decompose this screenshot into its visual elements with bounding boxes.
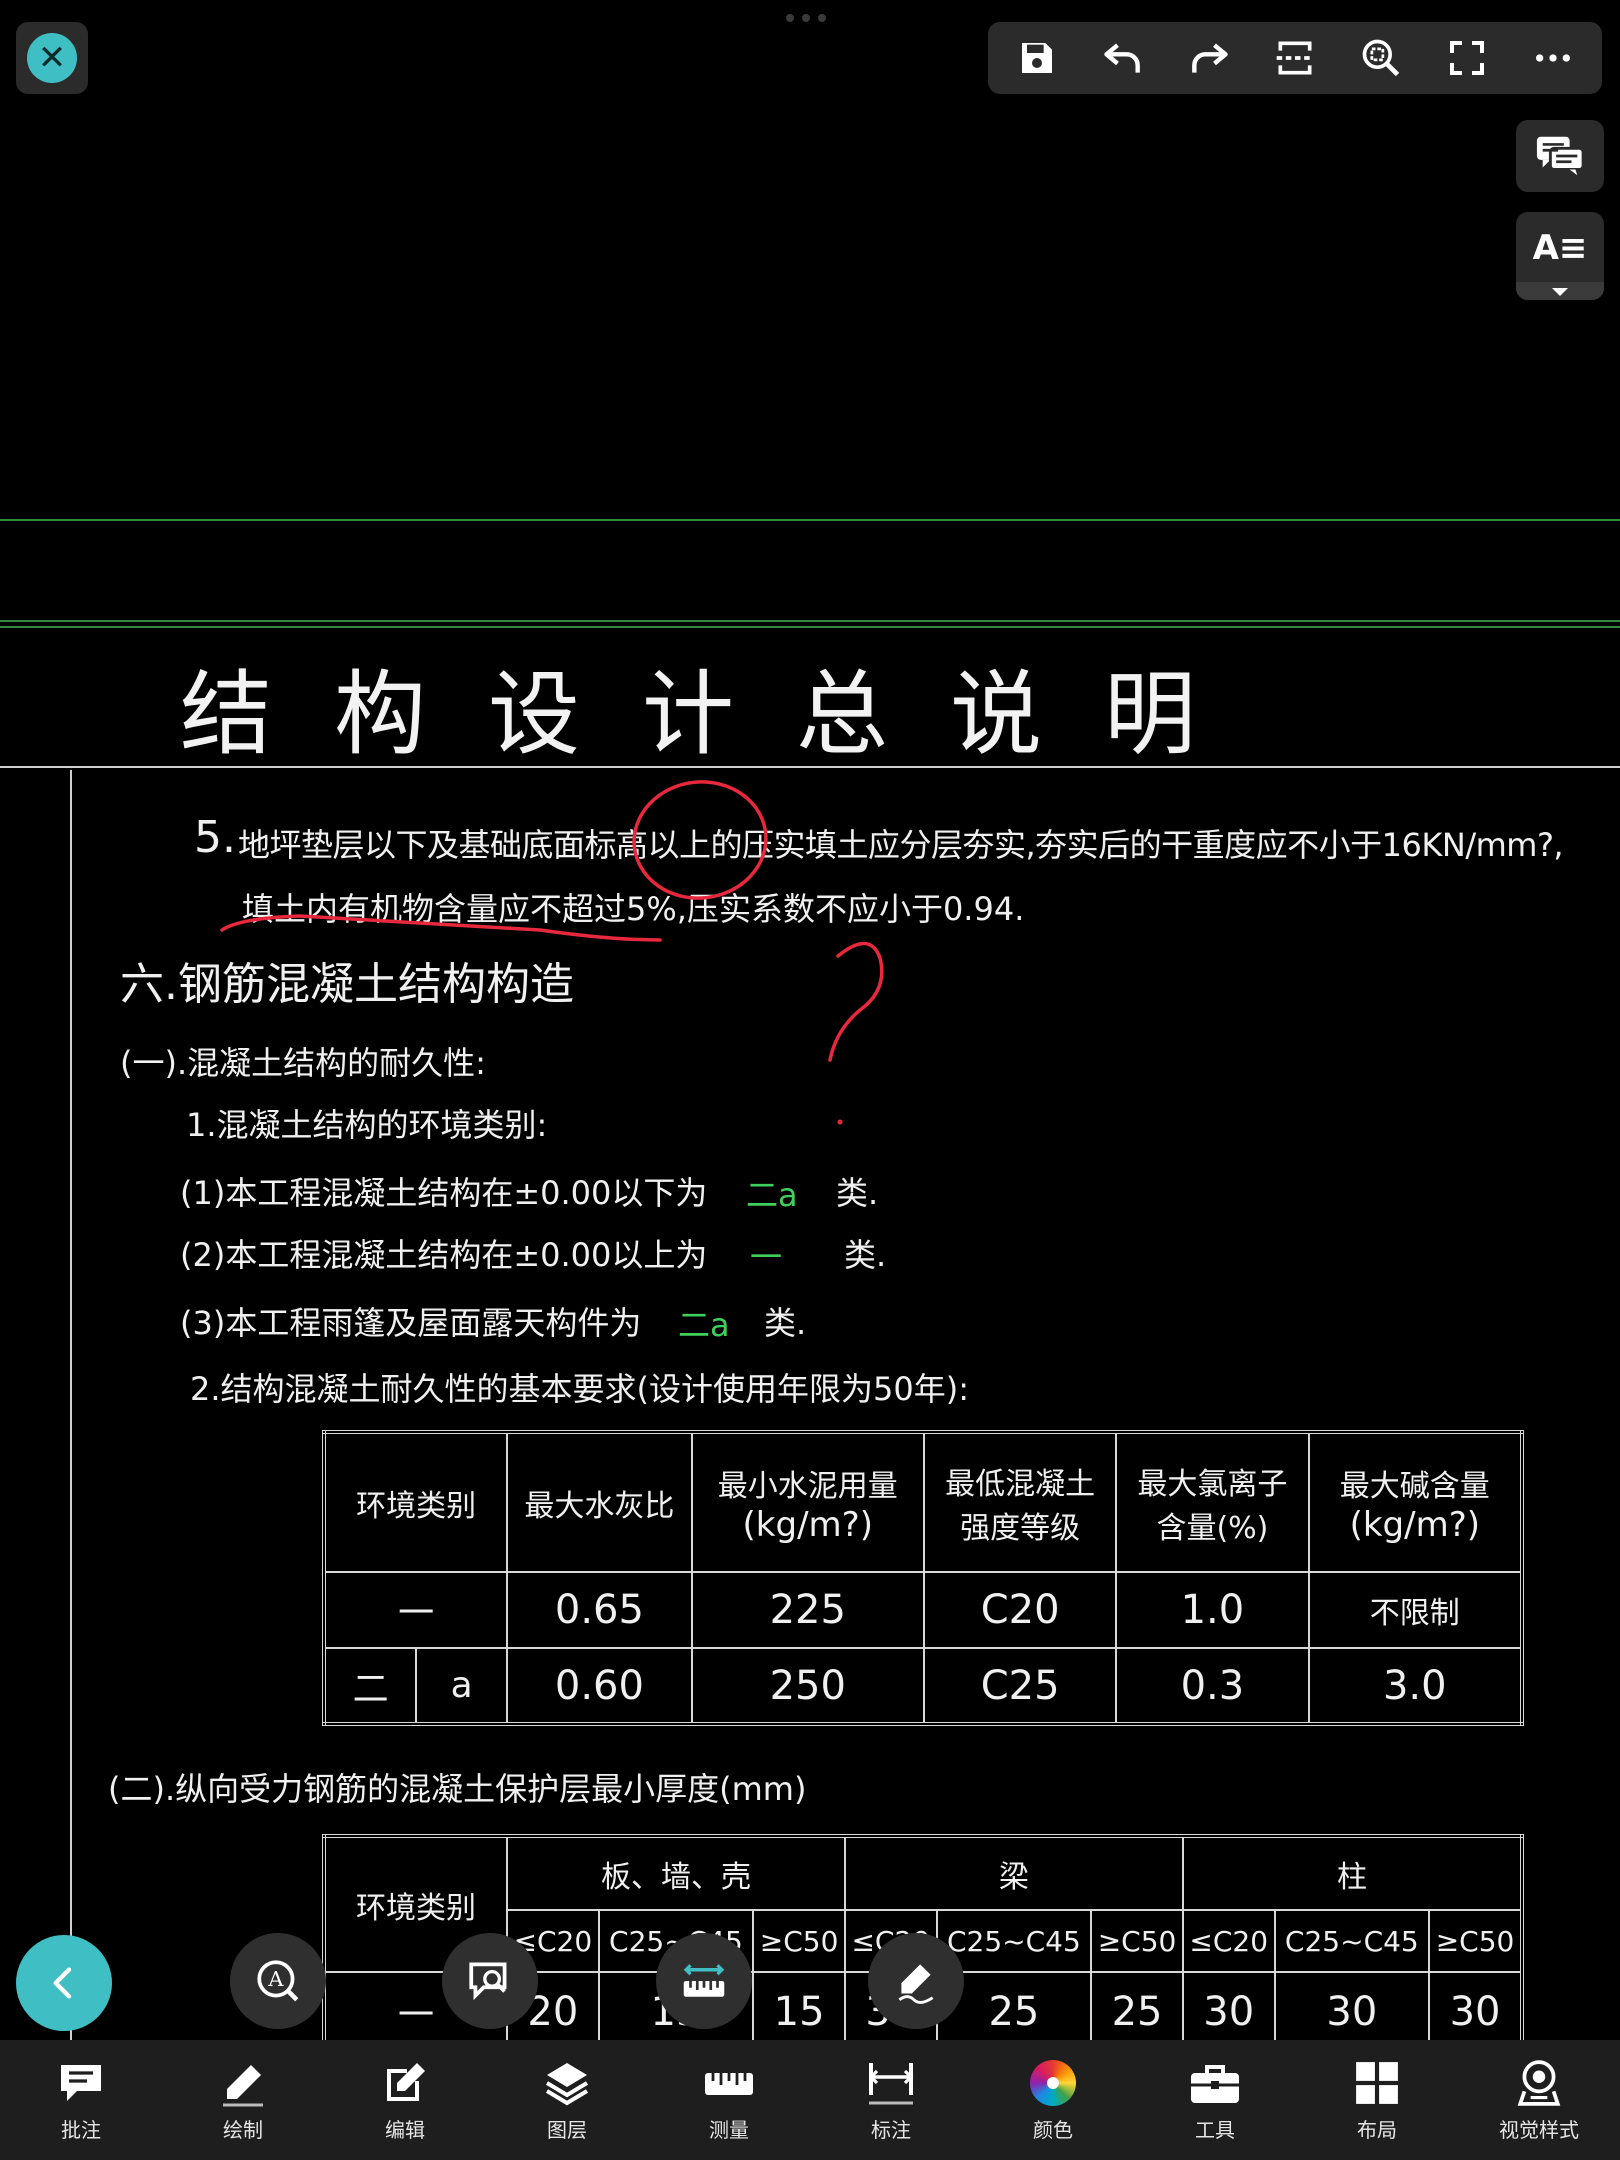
pencil-icon [213, 2054, 273, 2112]
nav-item-layers[interactable]: 图层 [486, 2040, 648, 2160]
ruler-icon [699, 2054, 759, 2112]
nav-item-edit[interactable]: 编辑 [324, 2040, 486, 2160]
toolbox-icon [1185, 2054, 1245, 2112]
text-search-button[interactable]: A [230, 1933, 326, 2029]
nav-item-draw[interactable]: 绘制 [162, 2040, 324, 2160]
back-button[interactable] [16, 1935, 112, 2031]
nav-item-annotate[interactable]: 批注 [0, 2040, 162, 2160]
bottom-nav: 批注 绘制 编辑 图层 测量 标注 颜色 工具 布局 视觉样式 [0, 2040, 1620, 2160]
nav-item-measure[interactable]: 测量 [648, 2040, 810, 2160]
nav-item-visual-style[interactable]: 视觉样式 [1458, 2040, 1620, 2160]
chevron-left-icon [53, 1967, 72, 1999]
dimension-icon [861, 2054, 921, 2112]
markup-edit-button[interactable] [868, 1933, 964, 2029]
svg-text:A: A [267, 1967, 284, 1991]
markup-layer [220, 775, 884, 1125]
measure-distance-icon [683, 1964, 725, 1997]
markup-question-mark[interactable] [828, 941, 884, 1062]
markup-circle[interactable] [628, 775, 771, 904]
pen-edit-icon [898, 1964, 934, 2004]
text-search-icon: A [257, 1960, 299, 2002]
measure-button[interactable] [656, 1933, 752, 2029]
edit-icon [375, 2054, 435, 2112]
visual-style-icon [1509, 2054, 1569, 2112]
layers-icon [537, 2054, 597, 2112]
nav-item-layout[interactable]: 布局 [1296, 2040, 1458, 2160]
nav-item-tools[interactable]: 工具 [1134, 2040, 1296, 2160]
nav-item-dimension[interactable]: 标注 [810, 2040, 972, 2160]
layout-icon [1347, 2054, 1407, 2112]
comment-icon [51, 2054, 111, 2112]
nav-item-color[interactable]: 颜色 [972, 2040, 1134, 2160]
markup-dot[interactable] [837, 1119, 843, 1125]
markup-underline[interactable] [220, 914, 662, 942]
comment-search-button[interactable] [442, 1933, 538, 2029]
comment-search-icon [469, 1962, 507, 2001]
color-wheel-icon [1023, 2054, 1083, 2112]
